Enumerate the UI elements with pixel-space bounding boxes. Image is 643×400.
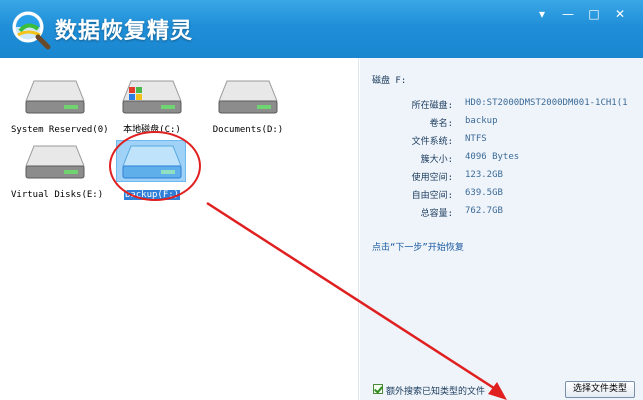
info-key: 簇大小: [420, 155, 453, 165]
info-value: 123.2GB [465, 170, 503, 180]
title-bar: 数据恢复精灵 ▾ — □ ✕ [0, 0, 643, 58]
disk-details-panel: 磁盘 F: 所在磁盘: HD0:ST2000DMST2000DM001-1CH1… [360, 58, 643, 400]
footer-bar: 额外搜索已知类型的文件 选择文件类型 [360, 376, 643, 400]
drive-label: System Reserved(0) [11, 125, 109, 135]
minimize-icon[interactable]: — [555, 6, 581, 22]
drive-label: Documents(D:) [212, 125, 284, 135]
info-row-disk: 所在磁盘: HD0:ST2000DMST2000DM001-1CH1(1 [360, 98, 643, 112]
next-step-hint: 点击“下一步”开始恢复 [372, 243, 464, 253]
info-row-total: 总容量: 762.7GB [360, 206, 643, 220]
app-logo-icon [12, 11, 51, 50]
info-row-filesystem: 文件系统: NTFS [360, 134, 643, 148]
info-row-cluster: 簇大小: 4096 Bytes [360, 152, 643, 166]
drive-item-virtual-disks-e[interactable]: Virtual Disks(E:) [10, 140, 103, 200]
info-key: 自由空间: [411, 191, 453, 201]
disk-heading: 磁盘 F: [372, 76, 407, 86]
info-row-free: 自由空间: 639.5GB [360, 188, 643, 202]
info-row-used: 使用空间: 123.2GB [360, 170, 643, 184]
info-key: 文件系统: [411, 137, 453, 147]
hdd-icon [25, 80, 85, 114]
info-key: 所在磁盘: [411, 101, 453, 111]
extra-search-label: 额外搜索已知类型的文件 [386, 387, 486, 397]
info-row-volume: 卷名: backup [360, 116, 643, 130]
app-title: 数据恢复精灵 [55, 19, 194, 44]
windows-hdd-icon [122, 80, 182, 114]
info-value: NTFS [465, 134, 487, 144]
info-value: 4096 Bytes [465, 152, 520, 162]
select-file-type-button[interactable]: 选择文件类型 [565, 381, 635, 398]
drive-item-system-reserved[interactable]: System Reserved(0) [10, 75, 109, 135]
drive-list-panel: System Reserved(0) 本地磁盘(C:) Documents(D:… [0, 58, 359, 400]
hdd-icon [218, 80, 278, 114]
extra-search-checkbox[interactable] [373, 384, 383, 394]
info-key: 总容量: [420, 209, 453, 219]
window-controls: ▾ — □ ✕ [529, 6, 633, 22]
drive-label: Virtual Disks(E:) [11, 190, 104, 200]
close-icon[interactable]: ✕ [607, 6, 633, 22]
maximize-icon[interactable]: □ [581, 6, 607, 22]
info-value: 762.7GB [465, 206, 503, 216]
drive-item-local-c[interactable]: 本地磁盘(C:) [107, 75, 197, 135]
drive-item-documents-d[interactable]: Documents(D:) [203, 75, 293, 135]
hdd-icon [25, 145, 85, 179]
info-key: 使用空间: [411, 173, 453, 183]
menu-dropdown-icon[interactable]: ▾ [529, 6, 555, 22]
info-key: 卷名: [429, 119, 453, 129]
info-value: HD0:ST2000DMST2000DM001-1CH1(1 [465, 98, 628, 108]
info-value: 639.5GB [465, 188, 503, 198]
info-value: backup [465, 116, 498, 126]
annotation-circle [109, 131, 201, 201]
